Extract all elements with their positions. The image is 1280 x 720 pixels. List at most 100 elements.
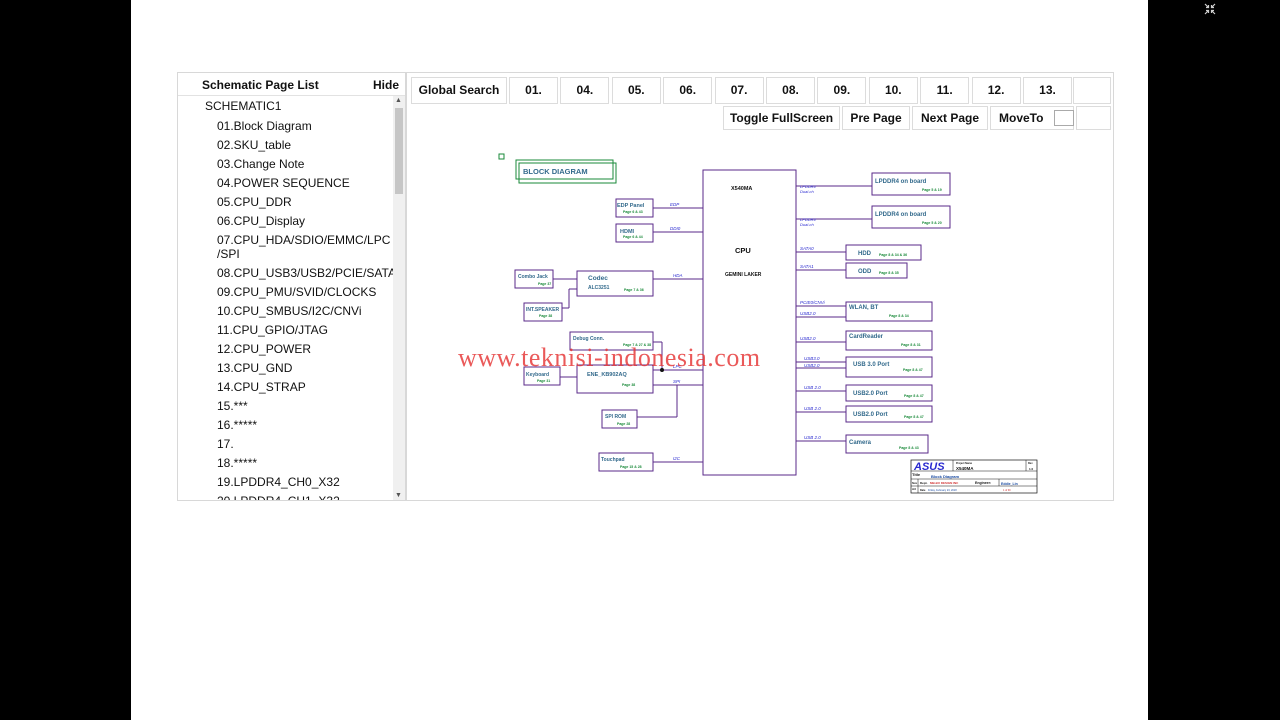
schematic-label: Project Name <box>956 462 973 465</box>
schematic-title-block: ASUS Project Name X540MA Rev 1.0 Title B… <box>910 459 1038 494</box>
page-list-item[interactable]: 08.CPU_USB3/USB2/PCIE/SATA <box>217 266 393 280</box>
scrollbar-thumb[interactable] <box>395 108 403 194</box>
schematic-label: A3 <box>912 487 916 491</box>
page-list-item[interactable]: 09.CPU_PMU/SVID/CLOCKS <box>217 285 387 299</box>
schematic-label: Page 8 & 31 <box>901 343 921 347</box>
schematic-label: HDD <box>858 251 872 257</box>
schematic-label: Touchpad <box>601 457 625 463</box>
schematic-label: Friday, February 23, 2018 <box>928 489 957 492</box>
schematic-label: SATA0 <box>800 246 814 251</box>
viewer-stage: Schematic Page List Hide SCHEMATIC1 01.B… <box>131 0 1148 720</box>
scroll-down-arrow-icon[interactable]: ▼ <box>395 492 402 499</box>
watermark-text: www.teknisi-indonesia.com <box>458 343 761 372</box>
schematic-label: HDA <box>673 273 683 278</box>
cpu-label: CPU <box>735 246 751 255</box>
compress-arrows-icon[interactable] <box>1203 3 1217 17</box>
schematic-label: 1 of 90 <box>1003 489 1011 492</box>
schematic-label: Page 8 & 35 <box>879 271 899 275</box>
schematic-label: USB3.0 <box>804 356 820 361</box>
schematic-page-list: Schematic Page List Hide SCHEMATIC1 01.B… <box>177 72 406 501</box>
page-list-item[interactable]: 06.CPU_Display <box>217 214 387 228</box>
page-list-item[interactable]: 14.CPU_STRAP <box>217 380 387 394</box>
diagram-heading: BLOCK DIAGRAM <box>523 167 588 176</box>
page-list-item[interactable]: 07.CPU_HDA/SDIO/EMMC/LPC /SPI <box>217 233 390 261</box>
schematic-label: Page 38 <box>539 314 552 318</box>
marker-square <box>498 153 505 160</box>
schematic-label: Codec <box>588 275 608 282</box>
schematic-label: PCIE0/CNVi <box>800 300 826 305</box>
schematic-label: Page 8 & 47 <box>904 415 924 419</box>
page-list-item[interactable]: 13.CPU_GND <box>217 361 387 375</box>
schematic-label: Page 6 & 44 <box>623 235 643 239</box>
schematic-label: USB 3.0 Port <box>853 362 889 368</box>
tree-root-schematic1[interactable]: SCHEMATIC1 <box>205 99 281 113</box>
schematic-label: Eddie_Lin <box>1001 482 1018 486</box>
page-list-header: Schematic Page List Hide <box>178 73 405 96</box>
page-list-item[interactable]: 19.LPDDR4_CH0_X32 <box>217 475 387 489</box>
schematic-label: Dept. <box>920 481 928 485</box>
schematic-label: Debug Conn. <box>573 336 605 342</box>
schematic-label: Page 8 & 34 <box>889 314 909 318</box>
cpu-name: GEMINI LAKER <box>725 272 762 278</box>
schematic-label: Page 8 & 47 <box>904 394 924 398</box>
schematic-label: ODD <box>858 269 872 275</box>
page-list-items: 01.Block Diagram 02.SKU_table 03.Change No… <box>217 119 393 500</box>
schematic-label: Page 5 & 19 <box>922 188 942 192</box>
schematic-label: USB 2.0 <box>804 385 821 390</box>
page-list-item[interactable]: 18.***** <box>217 456 387 470</box>
schematic-label: Block Diagram <box>931 474 959 479</box>
compress-arrows-icon <box>1204 9 1210 15</box>
schematic-label: Combo Jack <box>518 274 548 280</box>
schematic-label: Page 8 & 47 <box>903 368 923 372</box>
schematic-label: Rev <box>1028 462 1033 465</box>
page-list-item[interactable]: 04.POWER SEQUENCE <box>217 176 387 190</box>
schematic-label: WLAN, BT <box>849 305 879 311</box>
compress-arrows-icon <box>1210 9 1216 15</box>
schematic-label: Page 38 <box>622 383 635 387</box>
schematic-label: Dual-ch <box>800 222 815 227</box>
page-list-item[interactable]: 15.*** <box>217 399 387 413</box>
schematic-label: USB2.0 <box>800 336 816 341</box>
schematic-label: X540MA <box>956 466 974 471</box>
hide-button[interactable]: Hide <box>373 78 399 92</box>
page-list-item[interactable]: 11.CPU_GPIO/JTAG <box>217 323 387 337</box>
page-list-scroll-area: SCHEMATIC1 01.Block Diagram 02.SKU_table 0… <box>178 96 393 500</box>
block-diagram-schematic: BLOCK DIAGRAM X540MA CPU GEMINI LAKER ED… <box>498 153 1038 494</box>
page-list-item[interactable]: 02.SKU_table <box>217 138 387 152</box>
schematic-label: Date <box>920 489 926 492</box>
schematic-label: SATA1 <box>800 264 814 269</box>
page-list-item[interactable]: 05.CPU_DDR <box>217 195 387 209</box>
schematic-label: Engineer: <box>975 481 991 485</box>
schematic-label: Page 37 <box>538 282 551 286</box>
schematic-label: USB2.0 Port <box>853 391 888 397</box>
page-list-item[interactable]: 16.***** <box>217 418 387 432</box>
schematic-label: Size <box>912 482 918 485</box>
schematic-label: USB2.0 <box>804 363 820 368</box>
schematic-label: INT.SPEAKER <box>526 307 559 313</box>
schematic-label: Page 6 & 43 <box>623 210 643 214</box>
compress-arrows-icon <box>1204 3 1216 15</box>
page-list-item[interactable]: 12.CPU_POWER <box>217 342 387 356</box>
schematic-label: Dual-ch <box>800 189 815 194</box>
schematic-label: LPDDR4 on board <box>875 179 927 185</box>
schematic-label: Page 5 & 20 <box>922 221 942 225</box>
schematic-label: ALC3251 <box>588 285 610 291</box>
page-list-item[interactable]: 03.Change Note <box>217 157 387 171</box>
page-list-item[interactable]: 17. <box>217 437 387 451</box>
scroll-up-arrow-icon[interactable]: ▲ <box>395 97 402 104</box>
schematic-label: Page 8 & 43 <box>899 446 919 450</box>
schematic-label: Page 15 & 28 <box>620 465 642 469</box>
schematic-label: DDI0 <box>670 226 681 231</box>
schematic-label: LPDDR4 on board <box>875 212 927 218</box>
schematic-label: SPI <box>673 379 681 384</box>
page-list-item[interactable]: 01.Block Diagram <box>217 119 387 133</box>
page-list-item[interactable]: 20.LPDDR4_CH1_X32 <box>217 494 387 500</box>
schematic-label: Page 8 & 34 & 36 <box>879 253 907 257</box>
page-list-item[interactable]: 10.CPU_SMBUS/I2C/CNVi <box>217 304 387 318</box>
page-list-scrollbar[interactable]: ▲ ▼ <box>393 96 405 500</box>
schematic-label: EDP <box>670 202 679 207</box>
schematic-label: USB 2.0 <box>804 406 821 411</box>
cpu-block <box>702 169 797 476</box>
page-list-title: Schematic Page List <box>202 78 319 92</box>
schematic-label: CardReader <box>849 334 884 340</box>
